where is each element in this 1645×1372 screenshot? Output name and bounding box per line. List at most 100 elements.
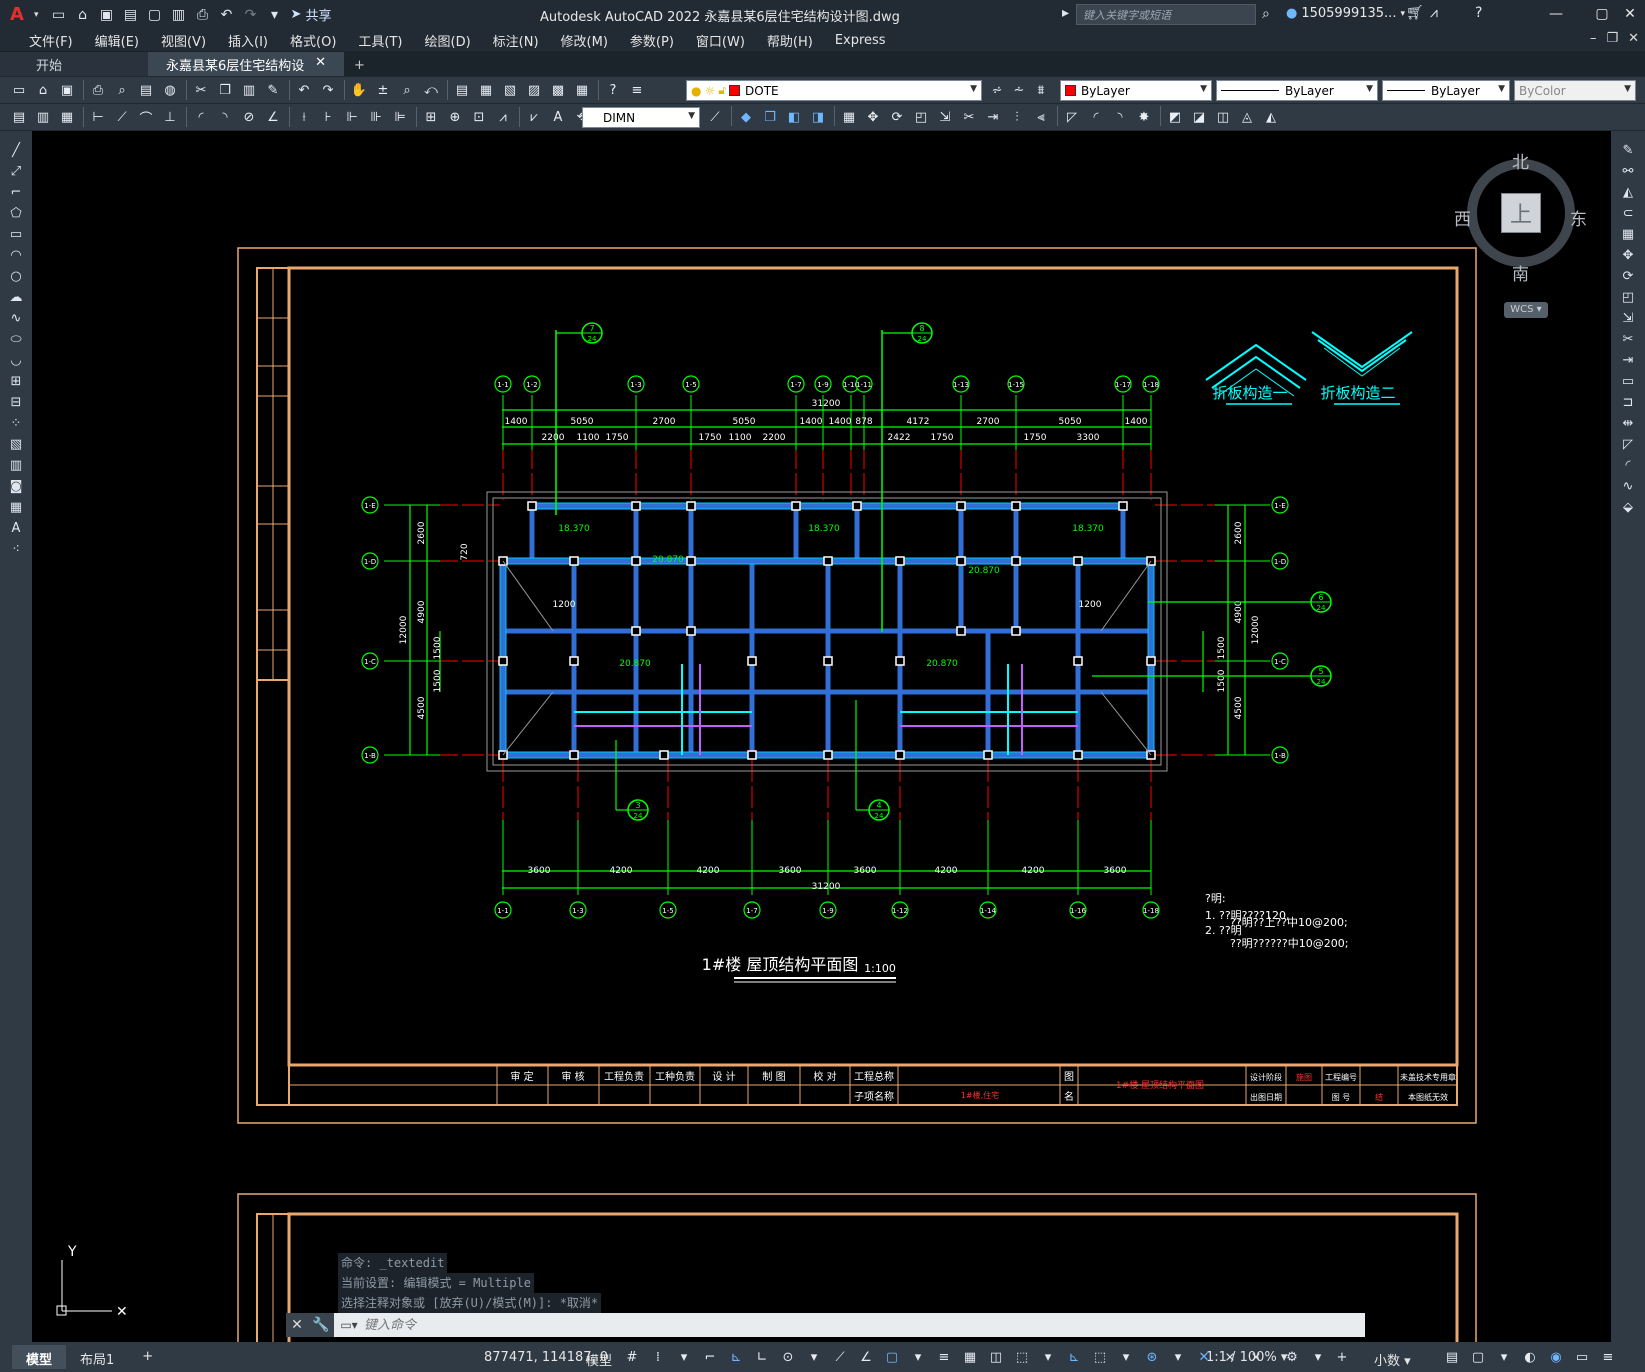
compass-east[interactable]: 东 [1570,205,1587,230]
share-button[interactable]: ➤ 共享 [291,5,332,24]
menu-view[interactable]: 视图(V) [150,31,217,50]
dynamic-input-icon[interactable]: ⊾ [724,1346,748,1368]
plotstyle-dropdown[interactable]: ByColor ▼ [1514,80,1636,101]
text-front-icon[interactable]: ◭ [1260,106,1282,128]
layer-walk-icon[interactable]: ▥ [32,106,54,128]
make-current-layer-icon[interactable]: ⩫ [986,79,1008,101]
layer-states-icon[interactable]: ⩩ [1030,79,1052,101]
help-icon[interactable]: ? [602,79,624,101]
draworder-below-icon[interactable]: ◬ [1236,106,1258,128]
center-mark-icon[interactable]: ⊕ [444,106,466,128]
make-block-icon[interactable]: ⊟ [5,392,27,412]
array-icon[interactable]: ▦ [838,106,860,128]
match-properties-icon[interactable]: ✎ [262,79,284,101]
fillet-side-icon[interactable]: ◜ [1617,455,1639,475]
search-expand-icon[interactable]: ▸ [1062,5,1069,21]
isodraft-icon[interactable]: ⟋ [828,1346,852,1368]
cut-icon[interactable]: ✂ [190,79,212,101]
hatch-icon[interactable]: ▧ [5,434,27,454]
selection-filter-chevron-icon[interactable]: ▾ [1114,1346,1138,1368]
ellipse-icon[interactable]: ⬭ [5,329,27,349]
chamfer-icon[interactable]: ◸ [1061,106,1083,128]
publish-icon[interactable]: ▤ [135,79,157,101]
insert-block-icon[interactable]: ⊞ [5,371,27,391]
add-layout-button[interactable]: + [128,1345,167,1369]
plot-preview-icon[interactable]: ⌕ [111,79,133,101]
draworder-front-icon[interactable]: ◩ [1164,106,1186,128]
sheet-set-icon[interactable]: ▨ [523,79,545,101]
3d-osnap-icon[interactable]: ⬚ [1010,1346,1034,1368]
array-side-icon[interactable]: ▦ [1617,224,1639,244]
blend-side-icon[interactable]: ∿ [1617,476,1639,496]
app-menu-chevron-icon[interactable]: ▾ [34,10,39,20]
break-at-point-icon[interactable]: ▭ [1617,371,1639,391]
trim-side-icon[interactable]: ✂ [1617,329,1639,349]
menu-modify[interactable]: 修改(M) [550,31,619,50]
calculator-icon[interactable]: ▦ [571,79,593,101]
design-center-icon[interactable]: ▦ [475,79,497,101]
join-icon[interactable]: ⫷ [1030,106,1052,128]
customize-qat-icon[interactable]: ▾ [265,5,285,25]
layer-previous-icon[interactable]: ⩪ [1008,79,1030,101]
transparency-icon[interactable]: ▦ [958,1346,982,1368]
add-selected-icon[interactable]: ⁖ [5,539,27,559]
minimize-window-button[interactable]: — [1544,4,1568,24]
compass-north[interactable]: 北 [1512,148,1529,173]
draworder-above-icon[interactable]: ◫ [1212,106,1234,128]
offset-icon[interactable]: ◨ [807,106,829,128]
jogged-linear-icon[interactable]: ⩘ [492,106,514,128]
zoom-previous-icon[interactable]: ⤺ [420,79,442,101]
drawing-canvas[interactable]: 审 定 审 核 工程负责 工种负责 设 计 制 图 校 对 工程总称 图 设计阶… [32,131,1611,1342]
tab-model[interactable]: 模型 [12,1345,67,1369]
ellipse-arc-icon[interactable]: ◡ [5,350,27,370]
save-icon[interactable]: ▣ [97,5,117,25]
command-customize-icon[interactable]: 🔧 [308,1313,334,1337]
model-space-toggle[interactable]: 模型 [586,1350,612,1369]
offset-side-icon[interactable]: ⊂ [1617,203,1639,223]
plot-icon[interactable]: ⎙ [193,5,213,25]
redo-icon[interactable]: ↷ [317,79,339,101]
command-input[interactable] [364,1317,1264,1333]
command-close-icon[interactable]: ✕ [286,1313,308,1337]
quick-properties-icon[interactable]: ▤ [1440,1346,1464,1368]
polar-tracking-icon[interactable]: ⊙ [776,1346,800,1368]
selection-cycling-icon[interactable]: ◫ [984,1346,1008,1368]
autocad-logo-icon[interactable]: A [0,0,34,29]
linetype-dropdown[interactable]: ByLayer ▼ [1216,80,1378,101]
open-icon[interactable]: ⌂ [32,79,54,101]
lock-ui-chevron-icon[interactable]: ▾ [1492,1346,1516,1368]
grid-icon[interactable]: # [620,1346,644,1368]
tab-layout1[interactable]: 布局1 [66,1345,128,1369]
menu-insert[interactable]: 插入(I) [217,31,279,50]
plot-icon[interactable]: ⎙ [87,79,109,101]
undo-icon[interactable]: ↶ [217,5,237,25]
cart-icon[interactable]: 🛒︎ [1406,5,1424,21]
polyline-icon[interactable]: ⌐ [5,182,27,202]
selection-filter-icon[interactable]: ⬚ [1088,1346,1112,1368]
maximize-window-button[interactable]: ▢ [1590,4,1614,24]
scale-side-icon[interactable]: ◰ [1617,287,1639,307]
snap-icon[interactable]: ⁞ [646,1346,670,1368]
gradient-icon[interactable]: ▥ [5,455,27,475]
dynamic-ucs-icon[interactable]: ⊾ [1062,1346,1086,1368]
dimension-text-edit-icon[interactable]: A [547,106,569,128]
workspace-gear-icon[interactable]: ⚙ [1280,1346,1304,1368]
menu-tools[interactable]: 工具(T) [347,31,413,50]
explode-icon[interactable]: ✸ [1133,106,1155,128]
object-snap-icon[interactable]: ▢ [880,1346,904,1368]
dimension-break-icon[interactable]: ⊫ [389,106,411,128]
tolerance-icon[interactable]: ⊞ [420,106,442,128]
aligned-dimension-icon[interactable]: ⟋ [111,106,133,128]
break-side-icon[interactable]: ⊐ [1617,392,1639,412]
tab-close-icon[interactable]: ✕ [315,55,326,76]
tab-document[interactable]: 永嘉县某6层住宅结构设计图* ✕ [148,52,344,93]
diameter-dimension-icon[interactable]: ⊘ [238,106,260,128]
pan-icon[interactable]: ✋ [348,79,370,101]
multiline-text-icon[interactable]: A [5,518,27,538]
dimension-style-dropdown[interactable]: DIMN ▼ [582,107,700,128]
compass-south[interactable]: 南 [1512,260,1529,285]
mirror-icon[interactable]: ◧ [783,106,805,128]
copy-object-icon[interactable]: ❐ [759,106,781,128]
chamfer-side-icon[interactable]: ◸ [1617,434,1639,454]
linear-dimension-icon[interactable]: ⊢ [87,106,109,128]
